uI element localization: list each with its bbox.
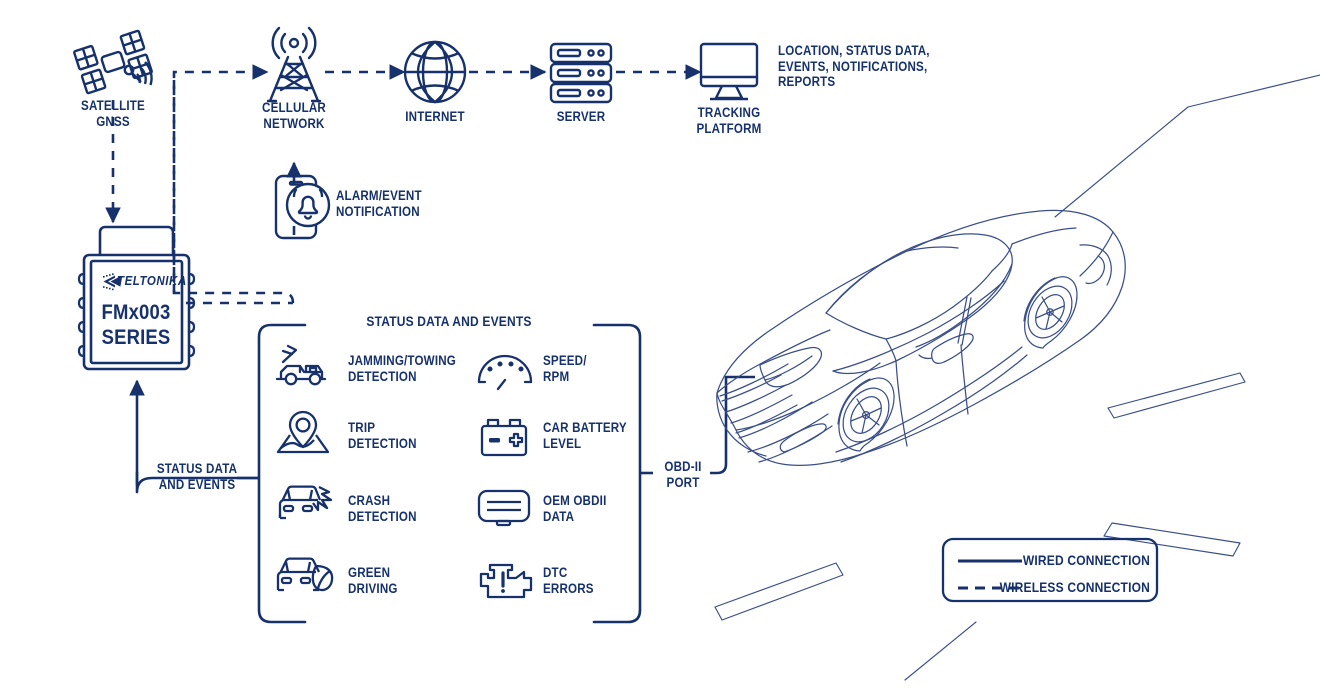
device-model-line2: SERIES [101, 325, 171, 349]
status-data-label: STATUS DATA AND EVENTS [156, 461, 238, 492]
phone-bell-icon [274, 174, 331, 240]
battery-icon [480, 418, 528, 457]
front-wheel [838, 377, 895, 452]
feature-label-oem-obdii: OEM OBDII DATA [543, 493, 607, 524]
feature-label-speed-rpm: SPEED/ RPM [543, 353, 587, 384]
server-label: SERVER [556, 109, 606, 124]
satellite-icon [73, 29, 153, 95]
satellite-label: SATELLITE GNSS [81, 98, 145, 129]
obd-connector-icon [477, 489, 531, 527]
panel-title: STATUS DATA AND EVENTS [366, 313, 532, 329]
server-rack-icon [549, 42, 613, 104]
globe-icon [403, 40, 467, 104]
internet-label: INTERNET [405, 109, 465, 124]
rear-wheel [1024, 276, 1078, 349]
feature-label-jamming-towing: JAMMING/TOWING DETECTION [348, 353, 456, 384]
cellular-label: CELLULAR NETWORK [262, 100, 326, 131]
car-leaf-icon [276, 557, 334, 592]
feature-label-green-driving: GREEN DRIVING [348, 565, 398, 596]
platform-output-label: LOCATION, STATUS DATA, EVENTS, NOTIFICAT… [778, 43, 930, 90]
notification-label: ALARM/EVENT NOTIFICATION [336, 188, 422, 219]
speedometer-icon [477, 354, 533, 391]
legend-label-wireless: WIRELESS CONNECTION [999, 579, 1150, 595]
obd-port-label: OBD-II PORT [664, 459, 702, 490]
diagram-canvas: SATELLITE GNSS CELLULAR NETWORK INTERNET… [0, 0, 1320, 700]
map-pin-icon [276, 410, 330, 454]
tow-truck-icon [275, 344, 327, 386]
feature-label-crash-detection: CRASH DETECTION [348, 493, 417, 524]
platform-label: TRACKING PLATFORM [696, 105, 762, 136]
feature-label-car-battery: CAR BATTERY LEVEL [543, 420, 627, 451]
feature-label-dtc-errors: DTC ERRORS [543, 565, 594, 596]
device-brand-label: TELTONIKA [117, 274, 187, 288]
car-crash-icon [278, 485, 333, 520]
cell-tower-icon [266, 26, 322, 103]
device-model-line1: FMx003 [101, 300, 171, 324]
feature-label-trip-detection: TRIP DETECTION [348, 420, 417, 451]
check-engine-icon [479, 563, 533, 599]
monitor-icon [699, 42, 759, 101]
legend-label-wired: WIRED CONNECTION [1022, 552, 1150, 568]
